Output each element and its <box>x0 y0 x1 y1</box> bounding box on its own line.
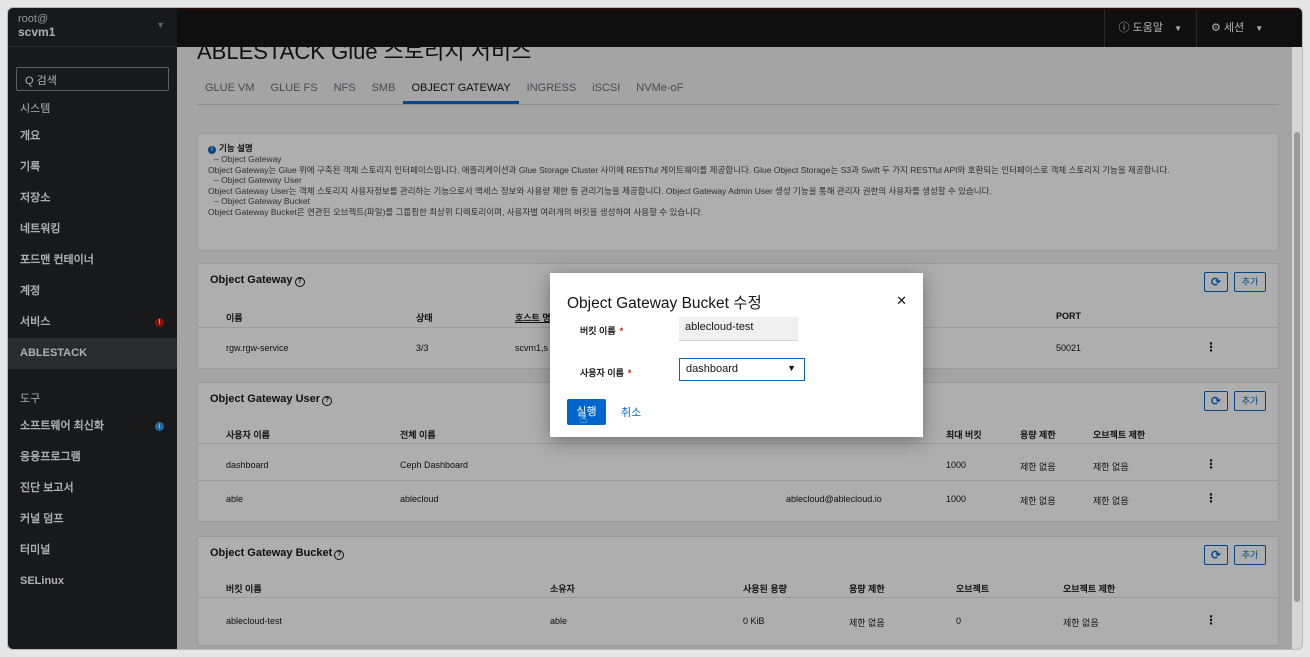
bucket-name-label: 버킷 이름 * <box>580 324 623 337</box>
label-text: 버킷 이름 <box>580 326 616 336</box>
bucket-name-field: ablecloud-test <box>679 317 798 341</box>
user-select[interactable]: dashboard ▼ <box>679 358 805 381</box>
cancel-button[interactable]: 취소 <box>621 404 641 420</box>
required-marker: * <box>627 368 632 378</box>
selected-user: dashboard <box>686 363 738 375</box>
required-marker: * <box>619 326 624 336</box>
scrollbar-thumb[interactable] <box>1294 132 1300 602</box>
dialog-title: Object Gateway Bucket 수정 <box>567 295 762 312</box>
close-icon[interactable]: ✕ <box>896 293 907 309</box>
scrollbar[interactable] <box>1292 47 1302 649</box>
label-text: 사용자 이름 <box>580 368 624 378</box>
user-name-label: 사용자 이름 * <box>580 366 631 379</box>
window-frame: root@ scvm1 ▼ Q 검색 시스템 개요 기록 저장소 네트워킹 포드… <box>7 7 1303 650</box>
pointer-cursor-icon: ☝ <box>580 412 588 426</box>
edit-bucket-dialog: Object Gateway Bucket 수정 ✕ 버킷 이름 * ablecl… <box>550 273 923 437</box>
chevron-down-icon: ▼ <box>787 363 796 373</box>
